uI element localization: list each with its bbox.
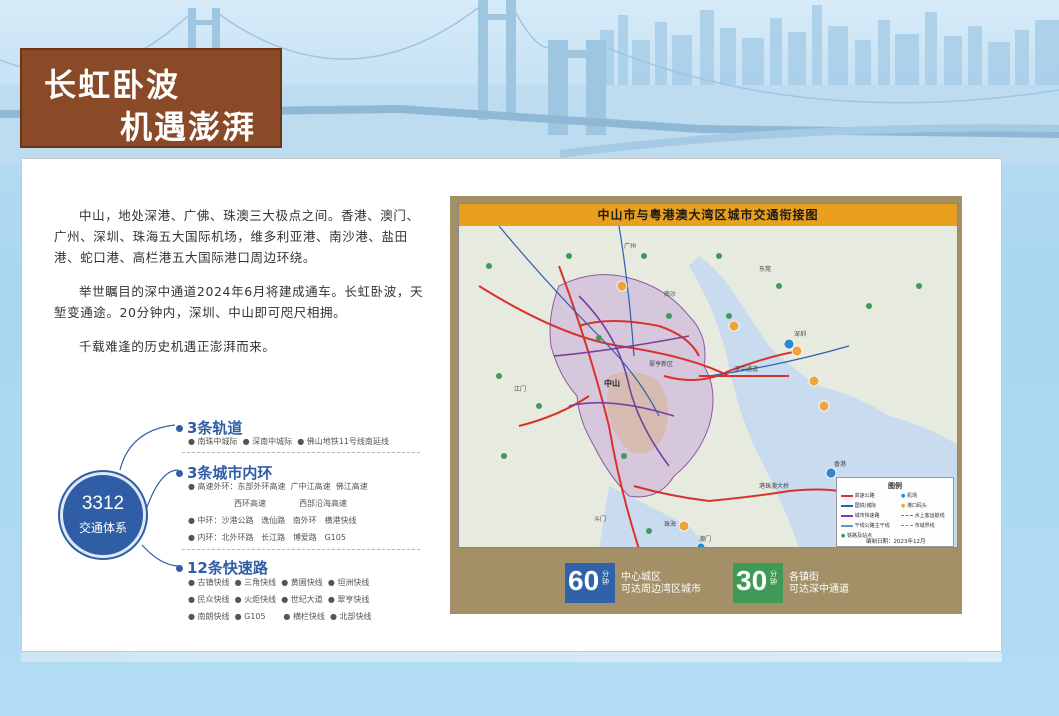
airport-icon: ● bbox=[901, 493, 906, 499]
legend-item: 市域界线 bbox=[901, 522, 935, 529]
stat-box: 30 分钟 bbox=[733, 563, 783, 603]
map-label-nansha: 南沙 bbox=[664, 290, 676, 298]
port-icon: ● bbox=[901, 503, 906, 509]
rail-item: 佛山地铁11号线南延线 bbox=[306, 437, 389, 446]
stat-box: 60 分钟 bbox=[565, 563, 615, 603]
map-label-shenzhen: 深圳 bbox=[794, 330, 806, 338]
intro-paragraph-1: 中山，地处深港、广佛、珠澳三大极点之间。香港、澳门、广州、深圳、珠海五大国际机场… bbox=[54, 208, 420, 265]
map-label-jiangmen: 江门 bbox=[514, 385, 526, 393]
map-label-zhuhai: 珠海 bbox=[664, 520, 676, 528]
map-date: 编制日期：2023年12月 bbox=[866, 539, 926, 545]
divider bbox=[182, 452, 420, 453]
expressway-category-title: 12条快速路 bbox=[176, 557, 268, 578]
ring-highway-row-1: ● 高速外环：东部外环高速 广中江高速 佛江高速 bbox=[188, 482, 368, 491]
title-line-2: 机遇澎湃 bbox=[120, 108, 257, 146]
map-title: 中山市与粤港澳大湾区城市交通衔接图 bbox=[459, 204, 957, 226]
map-label-dongguan: 东莞 bbox=[759, 265, 771, 273]
highway-swatch-icon bbox=[841, 494, 853, 497]
stat-30min: 30 分钟 各镇街 可达深中通道 bbox=[733, 563, 893, 603]
footer-band bbox=[21, 652, 1002, 662]
stat-unit: 分钟 bbox=[770, 570, 777, 586]
legend-item: ● 机场 bbox=[901, 493, 917, 499]
map-label-channel: 深中通道 bbox=[734, 365, 758, 373]
legend-item: 城市快速路 bbox=[841, 512, 880, 519]
legend-item: 高速公路 bbox=[841, 492, 875, 499]
legend-title: 图例 bbox=[888, 482, 902, 490]
rail-item: 深南中城际 bbox=[252, 437, 293, 446]
boundary-swatch-icon bbox=[901, 525, 913, 526]
legend-item: 水上客运航线 bbox=[901, 512, 945, 519]
stat-number: 30 bbox=[736, 565, 768, 596]
rail-item: 南珠中城际 bbox=[197, 437, 238, 446]
station-icon: ● bbox=[841, 533, 846, 539]
expressway-swatch-icon bbox=[841, 514, 853, 517]
ring-inner-row: ● 内环：北外环路 长江路 博爱路 G105 bbox=[188, 533, 346, 542]
rail-items: ● 南珠中城际 ● 深南中城际 ● 佛山地铁11号线南延线 bbox=[188, 437, 389, 446]
expressway-row-2: ● 民众快线 ● 火炬快线 ● 世纪大道 ● 翠亨快线 bbox=[188, 595, 370, 604]
stat-text: 各镇街 可达深中通道 bbox=[789, 572, 849, 595]
stat-text: 中心城区 可达周边湾区城市 bbox=[621, 572, 701, 595]
trunk-road-swatch-icon bbox=[841, 524, 853, 527]
divider bbox=[182, 549, 420, 550]
ring-middle-row: ● 中环：沙港公路 逸仙路 南外环 横港快线 bbox=[188, 516, 357, 525]
map-label-macau: 澳门 bbox=[699, 535, 711, 543]
map-label-cuiheng: 翠亨新区 bbox=[649, 360, 673, 368]
intro-paragraph-3: 千载难逢的历史机遇正澎湃而来。 bbox=[79, 339, 276, 354]
map-label-hongkong: 香港 bbox=[834, 460, 846, 468]
map-label-doumen: 斗门 bbox=[594, 515, 606, 523]
legend-item: 国铁/城际 bbox=[841, 502, 876, 509]
map-label-guangzhou: 广州 bbox=[624, 242, 636, 250]
stat-60min: 60 分钟 中心城区 可达周边湾区城市 bbox=[565, 563, 725, 603]
rail-category-title: 3条轨道 bbox=[176, 417, 242, 438]
intro-text: 中山，地处深港、广佛、珠澳三大极点之间。香港、澳门、广州、深圳、珠海五大国际机场… bbox=[54, 205, 424, 370]
bullet-dot-icon bbox=[176, 470, 183, 477]
legend-item: 干线公路主干线 bbox=[841, 522, 890, 529]
bullet-dot-icon bbox=[176, 565, 183, 572]
ring-highway-row-2: 西环高速 西部沿海高速 bbox=[234, 499, 348, 508]
legend-item: ● 港口码头 bbox=[901, 503, 927, 509]
stat-number: 60 bbox=[568, 565, 600, 596]
transport-map: 中山市与粤港澳大湾区城市交通衔接图 广州 南沙 深圳 东莞 江门 珠海 澳门 香… bbox=[458, 203, 958, 548]
ring-category-title: 3条城市内环 bbox=[176, 462, 272, 483]
intro-paragraph-2: 举世瞩目的深中通道2024年6月将建成通车。长虹卧波，天堑变通途。20分钟内，深… bbox=[54, 284, 424, 320]
expressway-row-3: ● 南朗快线 ● G105 ● 横栏快线 ● 北部快线 bbox=[188, 612, 372, 621]
transport-system-badge: 3312 交通体系 bbox=[60, 472, 146, 558]
system-number: 3312 bbox=[81, 493, 125, 514]
stat-unit: 分钟 bbox=[602, 570, 609, 586]
title-line-1: 长虹卧波 bbox=[44, 66, 181, 104]
rail-swatch-icon bbox=[841, 504, 853, 507]
bullet-dot-icon bbox=[176, 425, 183, 432]
system-label: 交通体系 bbox=[78, 521, 127, 535]
expressway-row-1: ● 古镇快线 ● 三角快线 ● 黄圃快线 ● 坦洲快线 bbox=[188, 578, 370, 587]
title-block: 长虹卧波 机遇澎湃 bbox=[20, 48, 282, 148]
ferry-swatch-icon bbox=[901, 515, 913, 516]
map-city-label: 中山 bbox=[604, 378, 620, 388]
map-label-hzmb: 港珠澳大桥 bbox=[759, 482, 789, 490]
